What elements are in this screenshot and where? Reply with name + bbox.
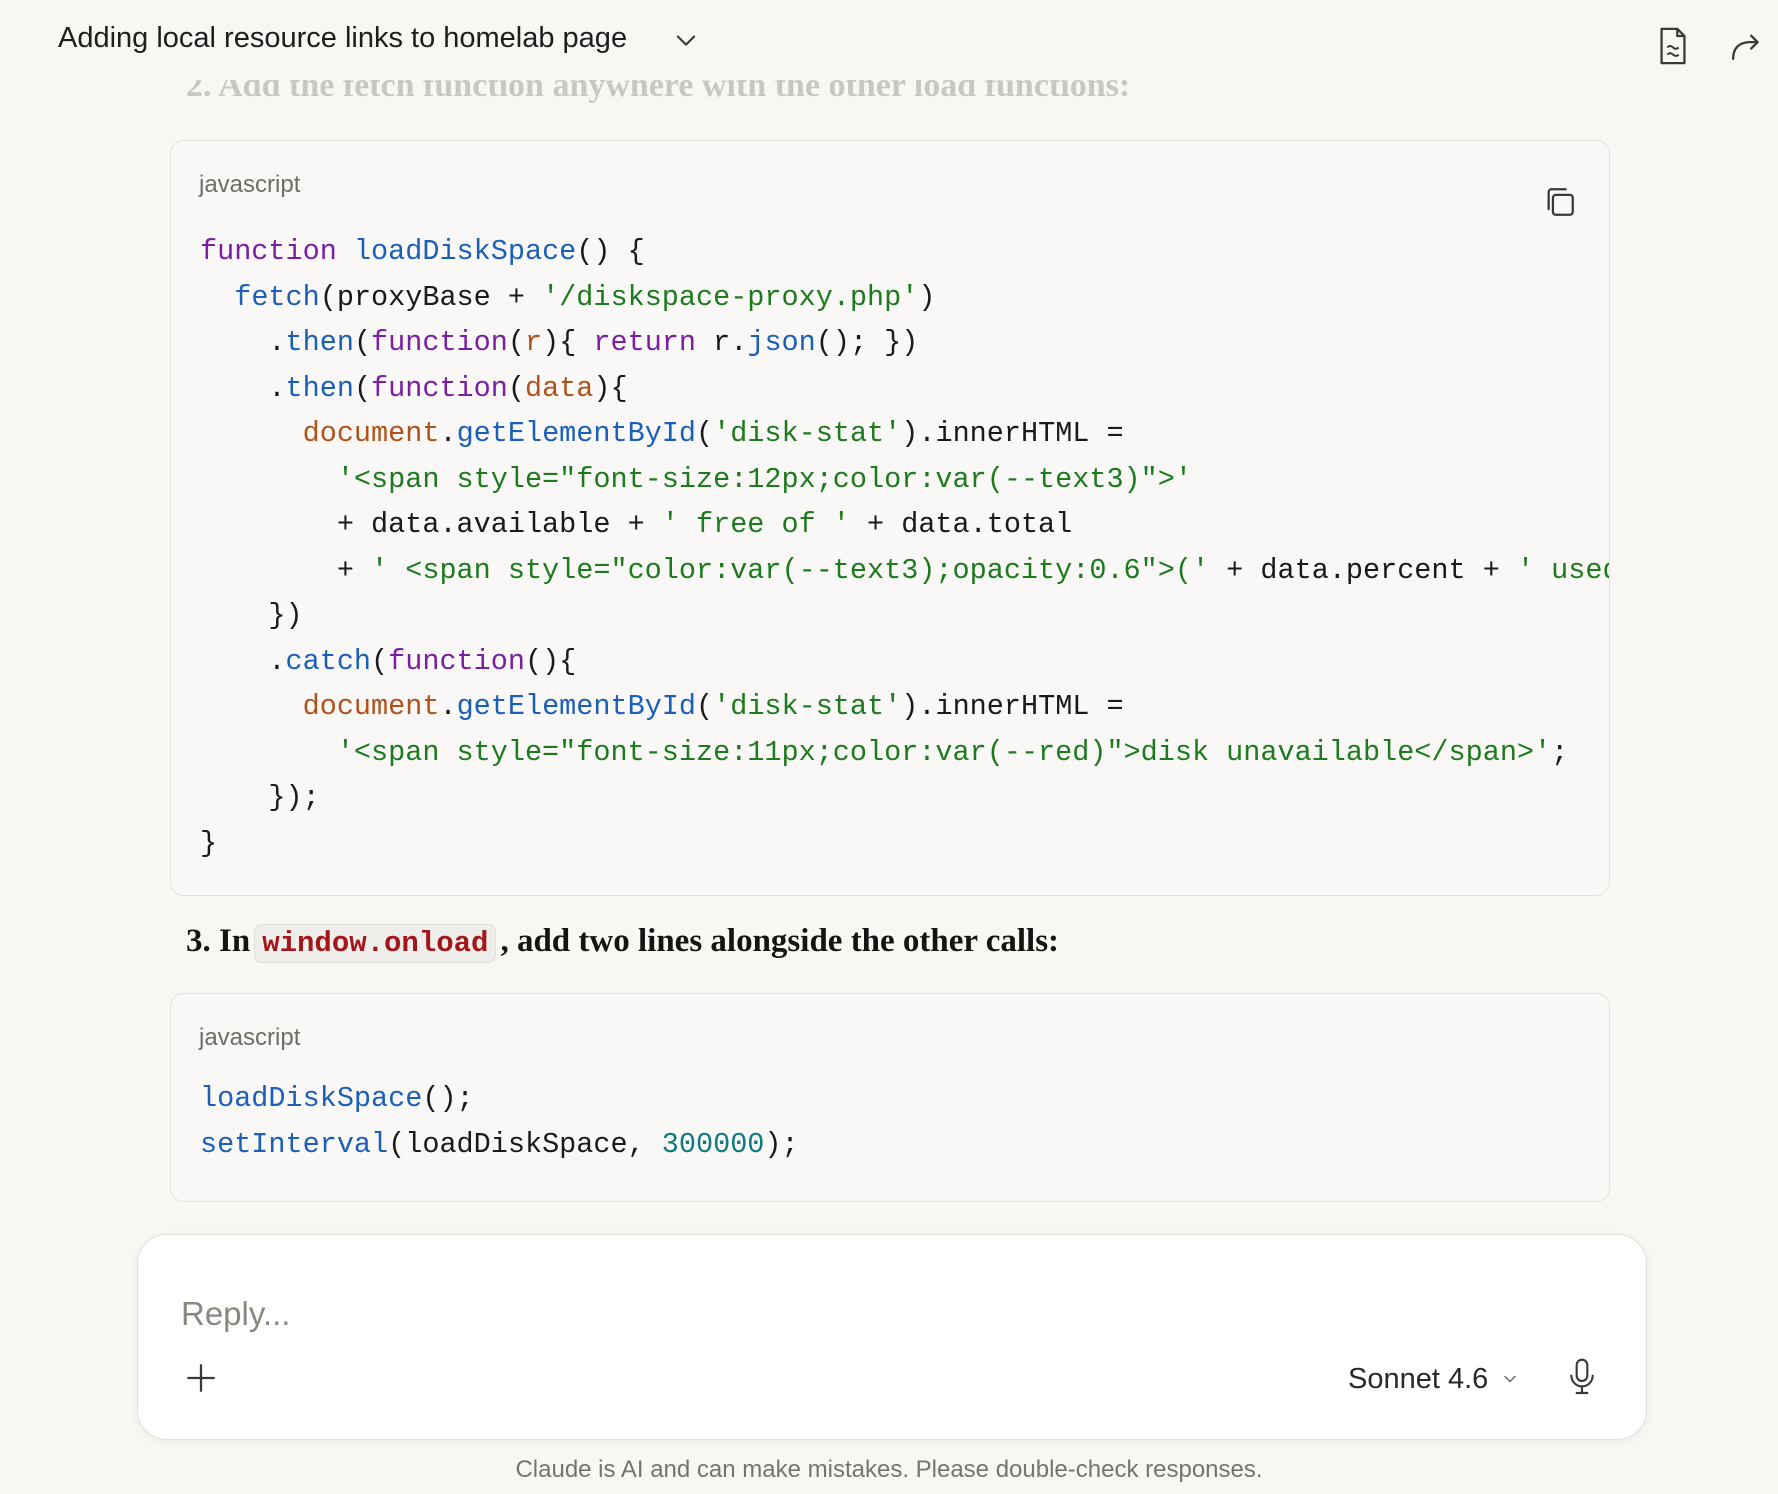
conversation-title[interactable]: Adding local resource links to homelab p… [58,22,627,55]
code-line: function loadDiskSpace() { [200,235,645,268]
code-content[interactable]: loadDiskSpace(); setInterval(loadDiskSpa… [200,1076,799,1167]
chevron-down-icon [1504,1375,1517,1383]
code-block: javascript function loadDiskSpace() { fe… [170,140,1610,896]
code-content[interactable]: function loadDiskSpace() { fetch(proxyBa… [200,229,1609,866]
code-line: loadDiskSpace(); [200,1082,474,1115]
model-name: Sonnet 4.6 [1348,1362,1489,1395]
reply-composer: Reply... Sonnet 4.6 [137,1234,1647,1440]
step-3-suffix: , add two lines alongside the other call… [500,923,1060,959]
step-3-prefix: 3. In [186,923,251,959]
plus-icon[interactable] [184,1361,218,1395]
code-line: '<span style="font-size:11px;color:var(-… [336,735,1569,769]
code-line: .then(function(data){ [200,371,628,405]
code-language-label: javascript [199,1024,301,1051]
step-3-heading: 3. In window.onload, add two lines alongs… [186,923,1060,963]
code-line: fetch(proxyBase + '/diskspace-proxy.php'… [234,280,936,314]
disclaimer-text: Claude is AI and can make mistakes. Plea… [515,1456,1263,1483]
copy-icon[interactable] [1543,185,1577,219]
inline-code: window.onload [254,924,497,963]
code-line: + data.available + ' free of ' + data.to… [200,508,1073,541]
code-line: }); [200,781,320,814]
code-block: javascript loadDiskSpace(); setInterval(… [170,993,1610,1202]
document-icon[interactable] [1655,26,1691,66]
chevron-down-icon[interactable] [672,26,700,54]
code-line: } [200,826,218,860]
code-line: + ' <span style="color:var(--text3);opac… [200,553,1609,587]
code-line: .catch(function(){ [200,644,577,678]
share-icon[interactable] [1728,26,1764,66]
microphone-icon[interactable] [1566,1357,1598,1397]
reply-input[interactable]: Reply... [181,1295,290,1333]
code-language-label: javascript [199,171,301,198]
code-line: }) [200,599,303,632]
code-line: .then(function(r){ return r.json(); }) [200,326,919,359]
code-line: '<span style="font-size:12px;color:var(-… [336,462,1192,496]
code-line: setInterval(loadDiskSpace, 300000); [200,1127,799,1161]
model-selector[interactable]: Sonnet 4.6 [1348,1361,1520,1397]
code-line: document.getElementById('disk-stat').inn… [302,690,1124,723]
code-line: document.getElementById('disk-stat').inn… [302,417,1124,450]
top-bar: Adding local resource links to homelab p… [0,0,1778,80]
